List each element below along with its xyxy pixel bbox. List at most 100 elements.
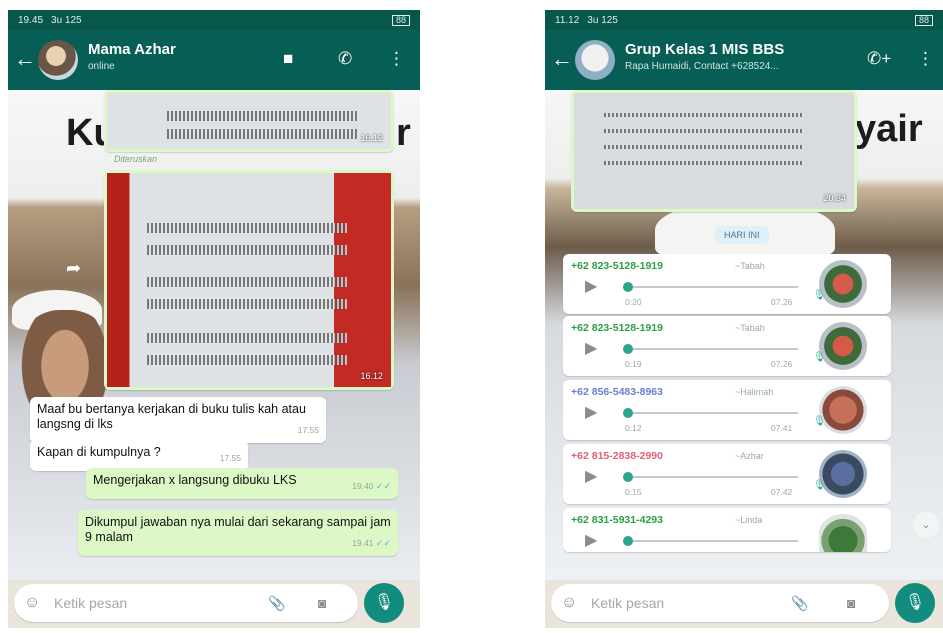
status-bar: 19.45 3u 125 88 [8,10,420,30]
message-time: 07.42 [771,487,793,497]
seek-handle[interactable] [623,282,633,292]
play-icon[interactable]: ▶ [585,402,597,422]
mic-button[interactable]: 🎙 [895,583,935,623]
message-time: 17.55 [219,453,241,463]
audio-seekbar[interactable] [623,286,798,288]
message-text: Kapan di kumpulnya ? [37,445,161,459]
back-arrow-icon[interactable]: ← [551,48,573,70]
message-bubble-outgoing[interactable]: Mengerjakan x langsung dibuku LKS 19.40 … [86,468,398,499]
sender-alias: ~Azhar [735,451,764,461]
contact-status: online [88,61,115,72]
sender-phone[interactable]: +62 815-2838-2990 [571,450,663,462]
audio-duration: 0:15 [625,487,642,497]
wallpaper-text-right: r [396,112,411,154]
contact-name[interactable]: Mama Azhar [88,41,176,58]
message-time: 07.26 [771,297,793,307]
voice-message[interactable]: +62 831-5931-4293 ~Linda ▶ [563,508,891,552]
sender-avatar[interactable] [819,260,867,308]
sender-alias: ~Tabah [735,323,765,333]
image-message[interactable]: 20.34 [571,90,857,212]
sender-phone[interactable]: +62 823-5128-1919 [571,260,663,272]
input-placeholder: Ketik pesan [54,595,128,611]
status-network: 3u 125 [587,15,618,26]
wallpaper-text: yair [855,108,923,150]
video-call-icon[interactable]: ■ [283,50,293,67]
voice-call-icon[interactable]: ✆ [338,50,352,67]
camera-icon[interactable]: ◙ [318,595,326,611]
status-time: 11.12 [555,15,580,26]
mic-icon: 🎙 [813,352,826,363]
contact-avatar[interactable] [38,40,78,80]
sender-phone[interactable]: +62 831-5931-4293 [571,514,663,526]
message-composer: ☺ Ketik pesan 📎 ◙ 🎙 [8,580,420,628]
voice-message[interactable]: +62 856-5483-8963 ~Halimah ▶ 0:12 07.41 … [563,380,891,440]
message-time: 19.40 ✓✓ [352,481,391,491]
audio-seekbar[interactable] [623,540,798,542]
message-input[interactable]: ☺ Ketik pesan 📎 ◙ [551,584,889,622]
voice-message[interactable]: +62 823-5128-1919 ~Tabah ▶ 0:20 07.26 🎙 [563,254,891,314]
seek-handle[interactable] [623,408,633,418]
message-time: 07.41 [771,423,793,433]
sender-alias: ~Linda [735,515,763,525]
message-time: 19.41 ✓✓ [352,538,391,548]
sender-avatar[interactable] [819,514,867,552]
group-avatar[interactable] [575,40,615,80]
attach-icon[interactable]: 📎 [268,595,285,612]
mic-icon: 🎙 [813,416,826,427]
seek-handle[interactable] [623,344,633,354]
image-thumbnail: 16.12 [107,173,391,387]
input-placeholder: Ketik pesan [591,595,665,611]
mic-icon: 🎙 [813,480,826,491]
message-text: Dikumpul jawaban nya mulai dari sekarang… [85,515,391,544]
sender-avatar[interactable] [819,450,867,498]
seek-handle[interactable] [623,536,633,546]
message-time: 20.34 [823,193,846,203]
group-name[interactable]: Grup Kelas 1 MIS BBS [625,41,784,58]
message-bubble-outgoing[interactable]: Dikumpul jawaban nya mulai dari sekarang… [78,510,398,556]
message-bubble-incoming[interactable]: Kapan di kumpulnya ? 17.55 [30,440,248,471]
share-icon[interactable]: ➦ [66,258,81,279]
forwarded-image-message[interactable]: Diteruskan 16.12 [104,154,394,390]
battery-indicator: 88 [914,15,933,26]
sender-avatar[interactable] [819,386,867,434]
menu-icon[interactable]: ⋮ [917,50,934,67]
image-thumbnail: 16.12 [107,93,391,149]
emoji-icon[interactable]: ☺ [561,594,577,612]
message-input[interactable]: ☺ Ketik pesan 📎 ◙ [14,584,358,622]
attach-icon[interactable]: 📎 [791,595,808,612]
play-icon[interactable]: ▶ [585,338,597,358]
status-bar: 11.12 3u 125 88 [545,10,943,30]
sender-phone[interactable]: +62 856-5483-8963 [571,386,663,398]
seek-handle[interactable] [623,472,633,482]
message-time: 16.12 [360,133,383,143]
voice-message[interactable]: +62 815-2838-2990 ~Azhar ▶ 0:15 07.42 🎙 [563,444,891,504]
add-call-icon[interactable]: ✆+ [867,50,891,67]
scroll-down-button[interactable]: ⌄ [913,512,939,538]
back-arrow-icon[interactable]: ← [14,48,36,70]
battery-indicator: 88 [391,15,410,26]
menu-icon[interactable]: ⋮ [388,50,405,67]
audio-seekbar[interactable] [623,412,798,414]
voice-message[interactable]: +62 823-5128-1919 ~Tabah ▶ 0:19 07.26 🎙 [563,316,891,376]
forwarded-label: Diteruskan [114,154,158,164]
audio-seekbar[interactable] [623,476,798,478]
play-icon[interactable]: ▶ [585,276,597,296]
mic-button[interactable]: 🎙 [364,583,404,623]
audio-seekbar[interactable] [623,348,798,350]
image-message[interactable]: 16.12 [104,90,394,152]
sender-phone[interactable]: +62 823-5128-1919 [571,322,663,334]
image-thumbnail: 20.34 [574,93,854,209]
sender-avatar[interactable] [819,322,867,370]
chat-area[interactable]: yair 20.34 HARI INI +62 823-5128-1919 ~T… [545,90,943,580]
message-text: Mengerjakan x langsung dibuku LKS [93,473,297,487]
audio-duration: 0:12 [625,423,642,433]
message-bubble-incoming[interactable]: Maaf bu bertanya kerjakan di buku tulis … [30,397,326,443]
camera-icon[interactable]: ◙ [847,595,855,611]
chat-header: ← Grup Kelas 1 MIS BBS Rapa Humaidi, Con… [545,30,943,90]
chat-area[interactable]: Ku r ➦ 16.12 Diteruskan 16.12 Maaf bu be… [8,90,420,580]
sender-alias: ~Tabah [735,261,765,271]
date-divider: HARI INI [715,226,769,244]
emoji-icon[interactable]: ☺ [24,594,40,612]
play-icon[interactable]: ▶ [585,466,597,486]
play-icon[interactable]: ▶ [585,530,597,550]
